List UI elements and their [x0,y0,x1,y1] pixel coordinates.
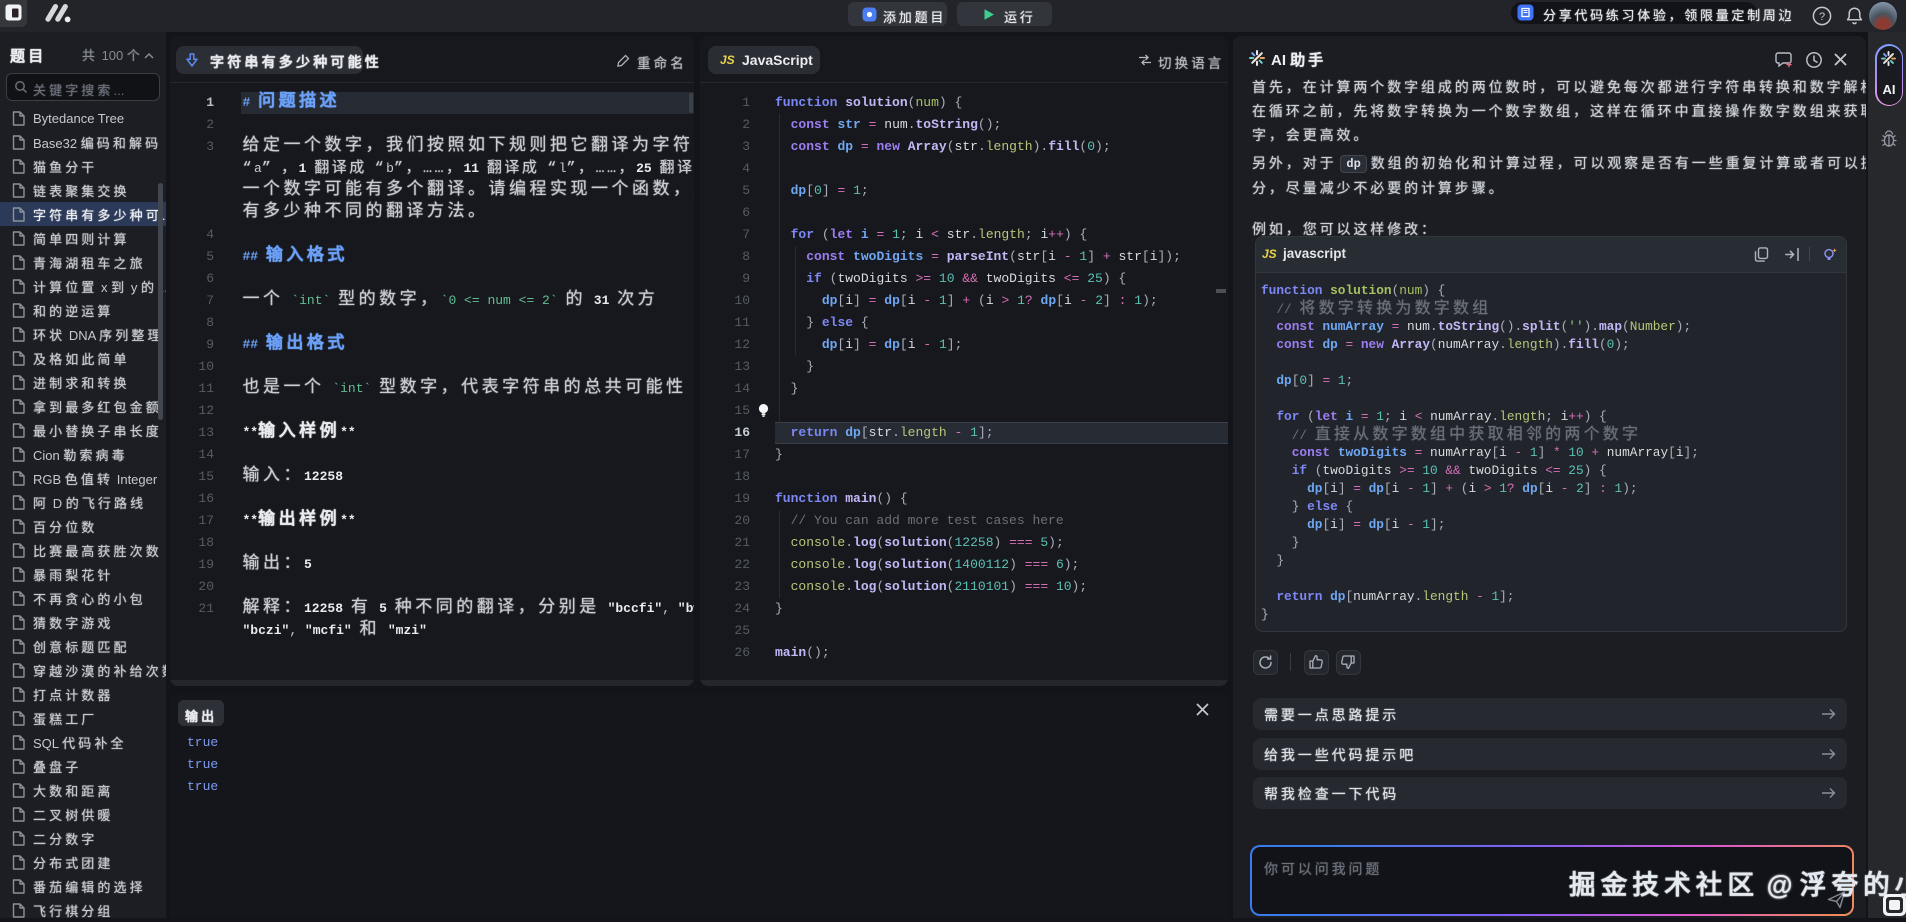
svg-text:?: ? [1819,11,1825,23]
